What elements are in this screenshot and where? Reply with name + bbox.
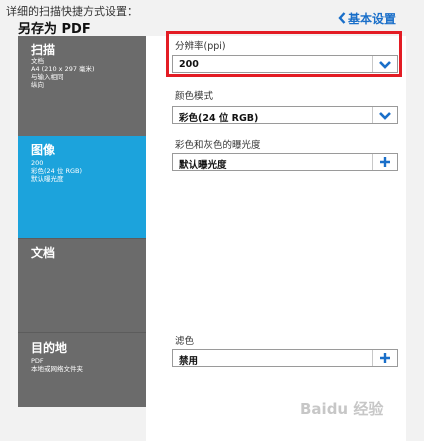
section-image-detail: 200 — [31, 159, 44, 167]
chevron-down-icon[interactable] — [372, 107, 397, 123]
filter-label: 滤色 — [175, 336, 195, 347]
section-scan-detail: 文档 — [31, 57, 44, 65]
section-scan-detail: 纵向 — [31, 81, 44, 89]
section-image[interactable]: 图像 200 彩色(24 位 RGB) 默认曝光度 — [18, 136, 146, 238]
settings-sidebar: 扫描 文档 A4 (210 x 297 毫米) 与输入相同 纵向 图像 200 … — [18, 36, 153, 407]
plus-icon[interactable] — [372, 350, 397, 366]
resolution-value: 200 — [179, 59, 199, 70]
resolution-select[interactable]: 200 — [172, 55, 398, 73]
section-destination-detail: PDF — [31, 357, 44, 365]
section-image-detail: 彩色(24 位 RGB) — [31, 167, 82, 175]
filter-field[interactable]: 禁用 — [172, 349, 398, 367]
exposure-label: 彩色和灰色的曝光度 — [175, 140, 261, 151]
resolution-label: 分辨率(ppi) — [175, 41, 226, 52]
watermark: Baidu 经验 — [300, 400, 384, 418]
filter-value: 禁用 — [179, 356, 199, 367]
section-image-detail: 默认曝光度 — [31, 175, 64, 183]
section-scan-detail: A4 (210 x 297 毫米) — [31, 65, 95, 73]
shortcut-name: 另存为 PDF — [18, 22, 91, 37]
section-image-title: 图像 — [31, 143, 56, 157]
section-destination-detail: 本地或网络文件夹 — [31, 365, 83, 373]
section-destination[interactable]: 目的地 PDF 本地或网络文件夹 — [18, 332, 146, 407]
exposure-field[interactable]: 默认曝光度 — [172, 153, 398, 171]
back-to-basic-settings-link[interactable]: 基本设置 — [338, 10, 396, 27]
chevron-down-icon[interactable] — [372, 56, 397, 72]
section-document-title: 文档 — [31, 246, 56, 260]
color-mode-value: 彩色(24 位 RGB) — [179, 113, 259, 124]
section-scan-detail: 与输入相同 — [31, 73, 64, 81]
back-link-label: 基本设置 — [348, 12, 397, 26]
page-title: 详细的扫描快捷方式设置： — [6, 5, 138, 18]
plus-icon[interactable] — [372, 154, 397, 170]
exposure-value: 默认曝光度 — [179, 160, 227, 171]
section-scan[interactable]: 扫描 文档 A4 (210 x 297 毫米) 与输入相同 纵向 — [18, 36, 146, 136]
color-mode-select[interactable]: 彩色(24 位 RGB) — [172, 106, 398, 124]
chevron-left-icon — [338, 11, 346, 26]
section-scan-title: 扫描 — [31, 43, 56, 57]
section-destination-title: 目的地 — [31, 341, 68, 355]
section-document[interactable]: 文档 — [18, 238, 146, 333]
color-mode-label: 颜色模式 — [175, 91, 214, 102]
